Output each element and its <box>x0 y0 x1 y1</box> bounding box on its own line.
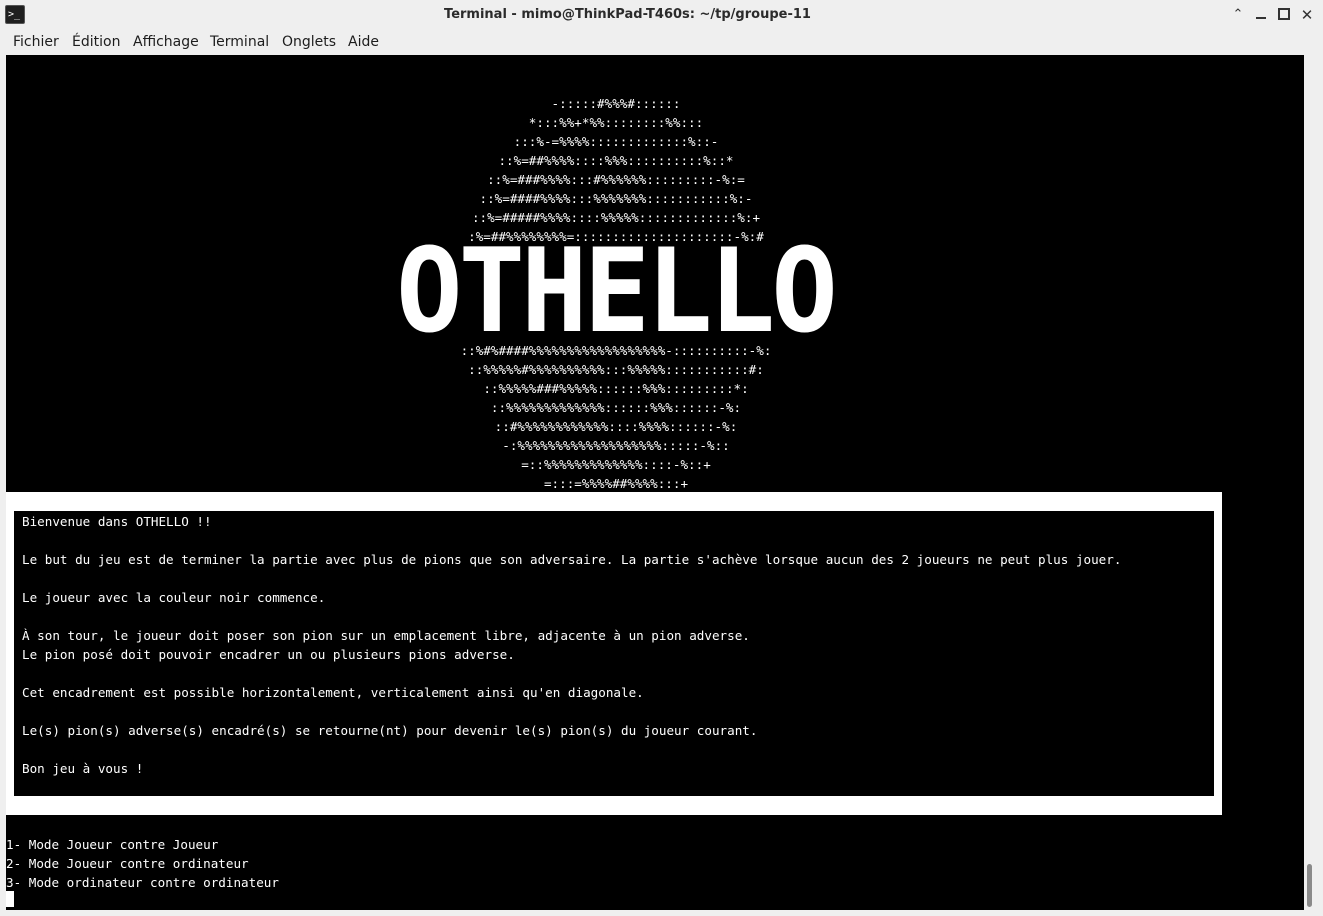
ascii-art-line: *:::%%+*%%::::::::%%::: <box>528 115 704 130</box>
ascii-art-line: ::%%%%%#%%%%%%%%%%:::%%%%%:::::::::::#: <box>468 362 764 377</box>
menu-affichage[interactable]: Affichage <box>133 34 199 50</box>
ascii-art-line: ::%=####%%%%:::%%%%%%%:::::::::::%:- <box>479 191 753 206</box>
turn-text-2: Le pion posé doit pouvoir encadrer un ou… <box>22 647 515 662</box>
text-cursor <box>6 891 14 907</box>
rules-box: Bienvenue dans OTHELLO !! Le but du jeu … <box>6 492 1222 815</box>
menu-bar: Fichier Édition Affichage Terminal Ongle… <box>0 31 1323 55</box>
ascii-art-line: :::%-=%%%%:::::::::::::%::- <box>513 134 719 149</box>
ascii-art-line: ::%=##%%%%::::%%%::::::::::%::* <box>498 153 734 168</box>
window-title: Terminal - mimo@ThinkPad-T460s: ~/tp/gro… <box>444 7 811 22</box>
goal-text: Le but du jeu est de terminer la partie … <box>22 552 1122 567</box>
terminal-output[interactable]: -:::::#%%%#:::::: *:::%%+*%%::::::::%%::… <box>6 55 1304 910</box>
ascii-art-line: ::%=###%%%%:::#%%%%%%:::::::::-%:= <box>487 172 745 187</box>
mode-option-3: 3- Mode ordinateur contre ordinateur <box>6 875 279 890</box>
ascii-art-line: ::#%%%%%%%%%%%%::::%%%%::::::-%: <box>494 419 738 434</box>
turn-text: À son tour, le joueur doit poser son pio… <box>22 628 750 643</box>
mode-option-1: 1- Mode Joueur contre Joueur <box>6 837 219 852</box>
ascii-art-line: =:::=%%%%##%%%%:::+ <box>543 476 689 491</box>
menu-onglets[interactable]: Onglets <box>282 34 336 50</box>
flip-text: Le(s) pion(s) adverse(s) encadré(s) se r… <box>22 723 758 738</box>
menu-aide[interactable]: Aide <box>348 34 379 50</box>
scrollbar-track[interactable] <box>1304 55 1317 910</box>
ascii-art-line: ::%%%%%###%%%%%::::::%%%:::::::::*: <box>483 381 749 396</box>
menu-edition[interactable]: Édition <box>72 34 120 50</box>
rules-box-content: Bienvenue dans OTHELLO !! Le but du jeu … <box>14 511 1214 796</box>
close-button[interactable]: ✕ <box>1298 6 1316 24</box>
ascii-art-line: -:::::#%%%#:::::: <box>551 96 681 111</box>
menu-fichier[interactable]: Fichier <box>13 34 59 50</box>
ascii-art-line: ::%#%####%%%%%%%%%%%%%%%%%%-::::::::::-%… <box>460 343 772 358</box>
mode-option-2: 2- Mode Joueur contre ordinateur <box>6 856 249 871</box>
welcome-text: Bienvenue dans OTHELLO !! <box>22 514 212 529</box>
minimize-button[interactable] <box>1252 6 1270 24</box>
frame-text: Cet encadrement est possible horizontale… <box>22 685 644 700</box>
maximize-button[interactable] <box>1275 6 1293 24</box>
good-luck-text: Bon jeu à vous ! <box>22 761 144 776</box>
ascii-art-line: ::%%%%%%%%%%%%%::::::%%%::::::-%: <box>490 400 742 415</box>
start-text: Le joueur avec la couleur noir commence. <box>22 590 326 605</box>
window-titlebar[interactable]: >_ Terminal - mimo@ThinkPad-T460s: ~/tp/… <box>0 0 1323 32</box>
othello-banner: OTHELLO <box>396 224 838 359</box>
ascii-art-line: -:%%%%%%%%%%%%%%%%%%%:::::-%:: <box>502 438 730 453</box>
ascii-art-line: =::%%%%%%%%%%%%%::::-%::+ <box>521 457 711 472</box>
scrollbar-thumb[interactable] <box>1307 864 1312 907</box>
chevron-up-icon[interactable]: ⌃ <box>1229 6 1247 24</box>
menu-terminal[interactable]: Terminal <box>210 34 269 50</box>
